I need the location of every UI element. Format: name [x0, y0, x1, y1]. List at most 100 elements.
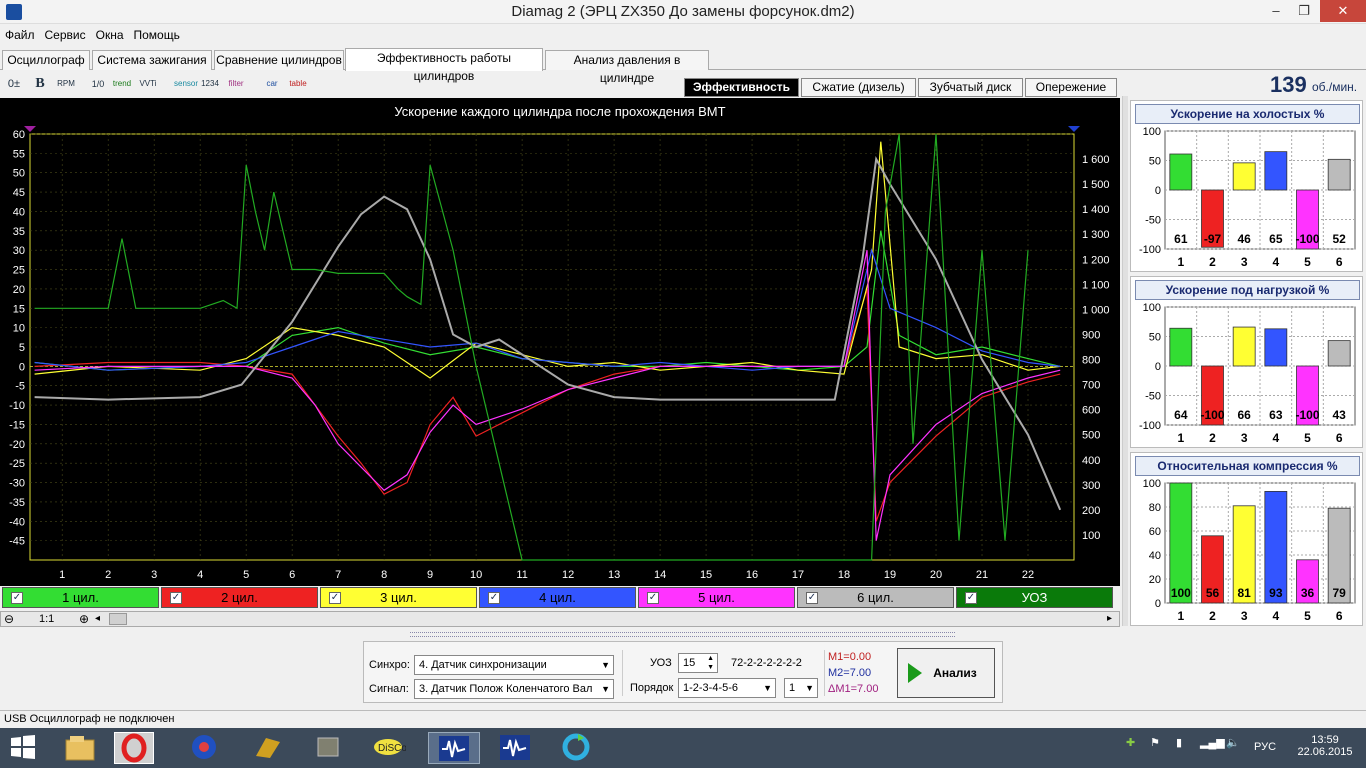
minimize-button[interactable]: –	[1262, 0, 1290, 22]
bar-cylinder-4	[1264, 151, 1288, 191]
order-num-select[interactable]: 1 ▼	[784, 678, 818, 698]
scroll-left-icon[interactable]: ◂	[95, 612, 100, 626]
restore-button[interactable]: ❐	[1290, 0, 1318, 22]
order-select[interactable]: 1-2-3-4-5-6 ▼	[678, 678, 776, 698]
legend-item-4[interactable]: ✓ 4 цил.	[479, 587, 636, 608]
compression-chart: 100 80 60 40 20 0 100 1 56 2 81 3 93 4 36 5 79 6	[1143, 478, 1356, 623]
app-icon-disco[interactable]: DiSCo	[370, 732, 410, 764]
table-icon[interactable]: table	[288, 74, 308, 94]
filter-icon[interactable]: filter	[226, 74, 246, 94]
zero-offset-icon[interactable]: 0±	[4, 74, 24, 94]
explorer-icon[interactable]	[62, 732, 102, 764]
x-tick-label: 12	[562, 569, 574, 581]
x-tick-label: 16	[746, 569, 758, 581]
vvti-icon[interactable]: VVTi	[138, 74, 158, 94]
tab-pressure[interactable]: Анализ давления в цилиндре	[545, 50, 709, 85]
y-left-tick-label: -25	[9, 458, 25, 470]
y-left-tick-label: 60	[13, 129, 25, 141]
app-icon-globe[interactable]	[186, 732, 226, 764]
x-tick-label: 2	[105, 569, 111, 581]
panel-title: Ускорение под нагрузкой %	[1135, 280, 1360, 300]
car-icon[interactable]: car	[262, 74, 282, 94]
diamag-icon[interactable]	[494, 732, 534, 764]
binary-icon[interactable]: 1/0	[88, 74, 108, 94]
zoom-out-icon[interactable]: ⊖	[4, 612, 14, 626]
subtab-advance[interactable]: Опережение	[1025, 78, 1117, 97]
acceleration-chart-svg[interactable]: Ускорение каждого цилиндра после прохожд…	[0, 98, 1120, 586]
x-tick-label: 7	[335, 569, 341, 581]
zoom-in-icon[interactable]: ⊕	[79, 612, 89, 626]
svg-text:DiSCo: DiSCo	[378, 743, 406, 754]
subtab-gear-disk[interactable]: Зубчатый диск	[918, 78, 1023, 97]
menu-help[interactable]: Помощь	[129, 26, 185, 44]
analyze-button[interactable]: Анализ	[897, 648, 995, 698]
menu-file[interactable]: Файл	[0, 26, 40, 44]
checkbox-checked-icon[interactable]: ✓	[965, 592, 977, 604]
play-icon	[908, 663, 922, 683]
scroll-right-icon[interactable]: ▸	[1107, 612, 1112, 626]
numbers-icon[interactable]: 1234	[200, 74, 220, 94]
app-icon-board[interactable]	[310, 732, 350, 764]
collapse-handle[interactable]	[410, 632, 955, 637]
checkbox-checked-icon[interactable]: ✓	[170, 592, 182, 604]
legend-item-3[interactable]: ✓ 3 цил.	[320, 587, 477, 608]
checkbox-checked-icon[interactable]: ✓	[647, 592, 659, 604]
tab-cylinder-efficiency[interactable]: Эффективность работы цилиндров	[345, 48, 543, 83]
stepper-arrows-icon[interactable]: ▲ ▼	[707, 654, 714, 672]
network-icon[interactable]: ▂▄▆	[1200, 736, 1225, 749]
legend-label: 1 цил.	[62, 590, 99, 605]
volume-icon[interactable]: 🔈	[1226, 736, 1240, 749]
y-left-tick-label: 0	[19, 361, 25, 373]
tray-plus-icon[interactable]: ✚	[1126, 736, 1135, 749]
legend-item-2[interactable]: ✓ 2 цил.	[161, 587, 318, 608]
bar-value-label: 63	[1269, 408, 1283, 422]
splitter[interactable]	[1122, 96, 1128, 626]
sync-app-icon[interactable]	[556, 732, 596, 764]
legend-item-6[interactable]: ✓ 6 цил.	[797, 587, 954, 608]
language-indicator[interactable]: РУС	[1254, 741, 1276, 753]
tab-ignition[interactable]: Система зажигания	[92, 50, 212, 70]
windows-start-icon[interactable]	[8, 732, 48, 764]
legend-item-7[interactable]: ✓ УОЗ	[956, 587, 1113, 608]
sensor-icon[interactable]: sensor	[174, 74, 198, 94]
subtab-efficiency[interactable]: Эффективность	[684, 78, 799, 97]
bold-icon[interactable]: B	[30, 74, 50, 94]
uoz-stepper[interactable]: 15 ▲ ▼	[678, 653, 718, 673]
clock[interactable]: 13:59 22.06.2015	[1290, 734, 1360, 758]
legend-item-1[interactable]: ✓ 1 цил.	[2, 587, 159, 608]
bar-tick-label: 0	[1155, 598, 1161, 610]
menu-windows[interactable]: Окна	[91, 26, 129, 44]
chevron-down-icon: ▼	[805, 683, 814, 693]
diamag-icon-active[interactable]	[428, 732, 480, 764]
bar-tick-label: 100	[1143, 302, 1161, 314]
scroll-thumb[interactable]	[109, 613, 127, 625]
battery-icon[interactable]: ▮	[1176, 736, 1182, 749]
menu-service[interactable]: Сервис	[40, 26, 91, 44]
checkbox-checked-icon[interactable]: ✓	[329, 592, 341, 604]
checkbox-checked-icon[interactable]: ✓	[488, 592, 500, 604]
close-button[interactable]: ✕	[1320, 0, 1366, 22]
trend-icon[interactable]: trend	[112, 74, 132, 94]
rpm-icon[interactable]: RPM	[56, 74, 76, 94]
bar-value-label: 79	[1332, 586, 1346, 600]
sync-select[interactable]: 4. Датчик синхронизации ▼	[414, 655, 614, 675]
right-marker-icon[interactable]	[1068, 126, 1080, 132]
opera-icon[interactable]	[114, 732, 154, 764]
acceleration-chart[interactable]: Ускорение каждого цилиндра после прохожд…	[0, 98, 1120, 586]
y-right-tick-label: 1 200	[1082, 254, 1110, 266]
chevron-down-icon: ▼	[601, 684, 610, 694]
divider	[824, 650, 825, 696]
checkbox-checked-icon[interactable]: ✓	[11, 592, 23, 604]
x-tick-label: 11	[516, 569, 527, 581]
bar-cylinder-3	[1232, 162, 1256, 191]
app-icon-keys[interactable]	[250, 732, 290, 764]
tab-cylinder-compare[interactable]: Сравнение цилиндров	[214, 50, 344, 70]
subtab-compression[interactable]: Сжатие (дизель)	[801, 78, 916, 97]
legend-item-5[interactable]: ✓ 5 цил.	[638, 587, 795, 608]
signal-select[interactable]: 3. Датчик Полож Коленчатого Вал ▼	[414, 679, 614, 699]
tab-oscilloscope[interactable]: Осциллограф	[2, 50, 90, 70]
checkbox-checked-icon[interactable]: ✓	[806, 592, 818, 604]
x-tick-label: 6	[289, 569, 295, 581]
flag-icon[interactable]: ⚑	[1150, 736, 1160, 749]
left-marker-icon[interactable]	[24, 126, 36, 132]
